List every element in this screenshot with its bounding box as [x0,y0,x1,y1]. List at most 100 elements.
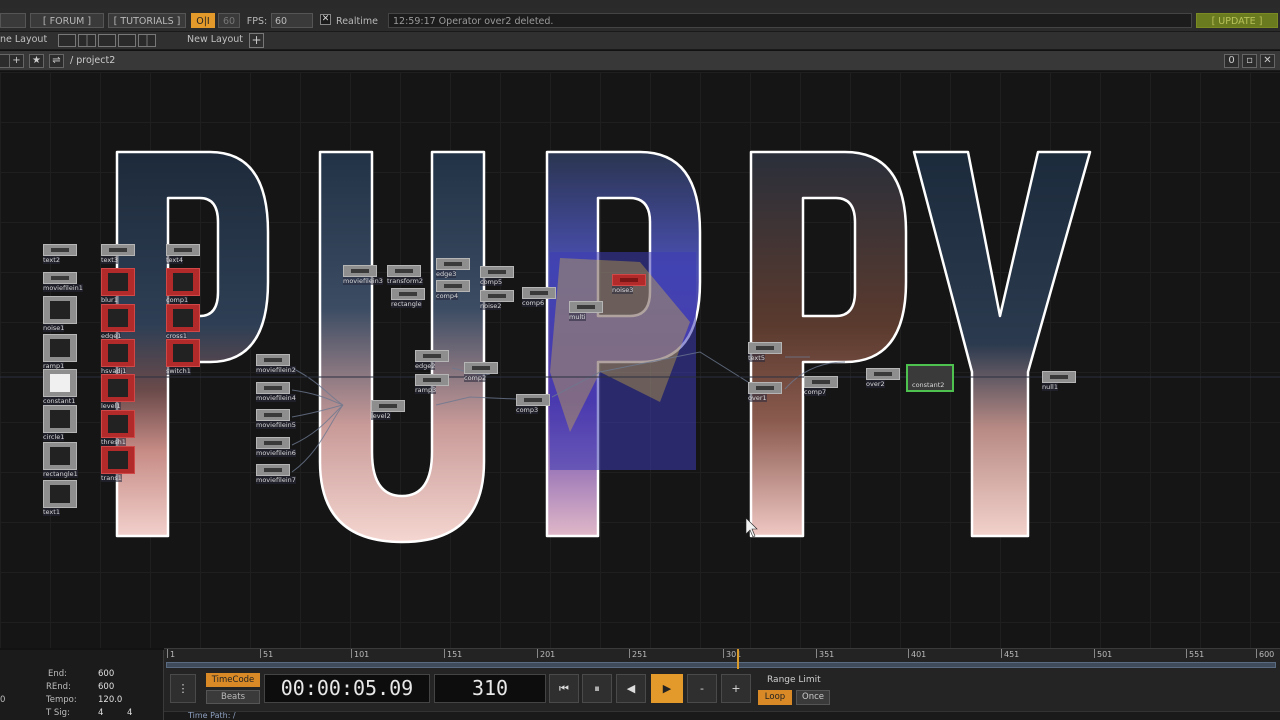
realtime-checkbox[interactable]: ✕ [320,14,331,25]
layout-split-horizontal-button[interactable] [98,34,116,47]
op-node-ramp3[interactable]: ramp3 [415,374,449,395]
add-pane-button[interactable]: + [9,54,24,68]
close-pane-icon[interactable]: ✕ [1260,54,1275,68]
op-node-rectangle[interactable]: rectangle [391,288,425,309]
op-node-moviefilein3[interactable]: moviefilein3 [343,265,383,286]
new-layout-label[interactable]: New Layout [187,34,243,45]
op-node-constant2[interactable]: constant2 [906,364,954,392]
op-node-null1[interactable]: null1 [1042,371,1076,392]
transport-bar: ⋮ TimeCode Beats 00:00:05.09 310 ⏮ ⏸ ◀ ▶… [164,669,1280,720]
timecode-display[interactable]: 00:00:05.09 [264,674,430,703]
layout-three-pane-button[interactable] [118,34,136,47]
op-node-trans1[interactable]: trans1 [101,446,135,482]
op-node-text1[interactable]: text1 [43,480,77,516]
op-node-comp1[interactable]: comp1 [166,268,200,304]
op-node-noise2[interactable]: noise2 [480,290,514,311]
op-node-moviefilein1[interactable]: moviefilein1 [43,272,83,293]
toolbar-left-edge-button[interactable] [0,13,26,28]
op-node-text5[interactable]: text5 [748,342,782,363]
frame-display[interactable]: 310 [434,674,546,703]
tempo-value[interactable]: 120.0 [98,695,122,705]
maximize-pane-icon[interactable]: ▫ [1242,54,1257,68]
network-editor[interactable]: text2 moviefilein1 noise1 ramp1 constant… [0,72,1280,648]
add-layout-button[interactable]: + [249,33,264,48]
op-node-edge1[interactable]: edge1 [101,304,135,340]
end-value[interactable]: 600 [98,669,114,679]
playhead[interactable] [737,649,739,669]
end-label: End: [48,669,68,679]
tsig-label: T Sig: [46,708,70,718]
op-node-comp2[interactable]: comp2 [464,362,498,383]
op-node-over1[interactable]: over1 [748,382,782,403]
op-node-hsvadj1[interactable]: hsvadj1 [101,339,135,375]
once-button[interactable]: Once [796,690,830,705]
op-node-over2[interactable]: over2 [866,368,900,389]
pause-icon[interactable]: ⏸ [582,674,612,703]
update-button[interactable]: [ UPDATE ] [1196,13,1278,28]
timeline-menu-icon[interactable]: ⋮ [170,674,196,703]
tutorials-button[interactable]: [ TUTORIALS ] [108,13,186,28]
op-node-blur1[interactable]: blur1 [101,268,135,304]
op-node-thresh1[interactable]: thresh1 [101,410,135,446]
tick-label: 451 [1004,650,1020,659]
tsig-denominator[interactable]: 4 [127,708,132,718]
op-node-circle1[interactable]: circle1 [43,405,77,441]
op-node-text3[interactable]: text3 [101,244,135,265]
layout-single-button[interactable] [58,34,76,47]
layout-split-vertical-button[interactable] [78,34,96,47]
op-node-comp6[interactable]: comp6 [522,287,556,308]
op-node-rectangle1[interactable]: rectangle1 [43,442,78,478]
op-node-moviefilein4[interactable]: moviefilein4 [256,382,296,403]
rend-value[interactable]: 600 [98,682,114,692]
network-path[interactable]: / project2 [70,55,115,66]
op-node-level1[interactable]: level1 [101,374,135,410]
op-node-ramp1[interactable]: ramp1 [43,334,77,370]
op-node-moviefilein7[interactable]: moviefilein7 [256,464,296,485]
op-node-text4[interactable]: text4 [166,244,200,265]
fps-limit-button[interactable]: 60 [218,13,240,28]
op-node-multi[interactable]: multi [569,301,603,322]
status-message: 12:59:17 Operator over2 deleted. [388,13,1192,28]
timecode-mode-button[interactable]: TimeCode [206,673,260,687]
timeline-ruler[interactable]: 1 51 101 151 201 251 301 351 401 451 501… [164,648,1280,669]
tick-label: 101 [354,650,370,659]
op-node-edge3[interactable]: edge3 [436,258,470,279]
forum-button[interactable]: [ FORUM ] [30,13,104,28]
realtime-label: Realtime [336,16,378,27]
op-node-moviefilein5[interactable]: moviefilein5 [256,409,296,430]
tempo-label: Tempo: [46,695,77,705]
beats-mode-button[interactable]: Beats [206,690,260,704]
tick-label: 551 [1189,650,1205,659]
decrement-button[interactable]: - [687,674,717,703]
link-icon[interactable]: ⇌ [49,54,64,68]
op-node-comp4[interactable]: comp4 [436,280,470,301]
pane-index-button[interactable]: 0 [1224,54,1239,68]
op-node-cross1[interactable]: cross1 [166,304,200,340]
op-node-comp7[interactable]: comp7 [804,376,838,397]
play-icon[interactable]: ▶ [651,674,683,703]
op-node-noise3[interactable]: noise3 [612,274,646,295]
op-node-moviefilein2[interactable]: moviefilein2 [256,354,296,375]
rewind-icon[interactable]: ⏮ [549,674,579,703]
pane-layout-label: ne Layout [0,34,48,45]
op-node-moviefilein6[interactable]: moviefilein6 [256,437,296,458]
op-node-level2[interactable]: level2 [371,400,405,421]
tick-label: 1 [170,650,176,659]
timeline-range-bar[interactable] [166,662,1276,668]
op-node-edge2[interactable]: edge2 [415,350,449,371]
increment-button[interactable]: + [721,674,751,703]
op-node-constant1[interactable]: constant1 [43,369,77,405]
op-node-switch1[interactable]: switch1 [166,339,200,375]
perform-mode-toggle[interactable]: O|I [191,13,215,28]
step-back-icon[interactable]: ◀ [616,674,646,703]
op-node-comp5[interactable]: comp5 [480,266,514,287]
op-node-text2[interactable]: text2 [43,244,77,265]
favorite-star-icon[interactable]: ★ [29,54,44,68]
layout-four-pane-button[interactable] [138,34,156,47]
loop-button[interactable]: Loop [758,690,792,705]
op-node-noise1[interactable]: noise1 [43,296,77,332]
op-node-transform2[interactable]: transform2 [387,265,424,286]
time-path-bar: Time Path: / [164,711,1280,720]
op-node-comp3[interactable]: comp3 [516,394,550,415]
tsig-numerator[interactable]: 4 [98,708,103,718]
